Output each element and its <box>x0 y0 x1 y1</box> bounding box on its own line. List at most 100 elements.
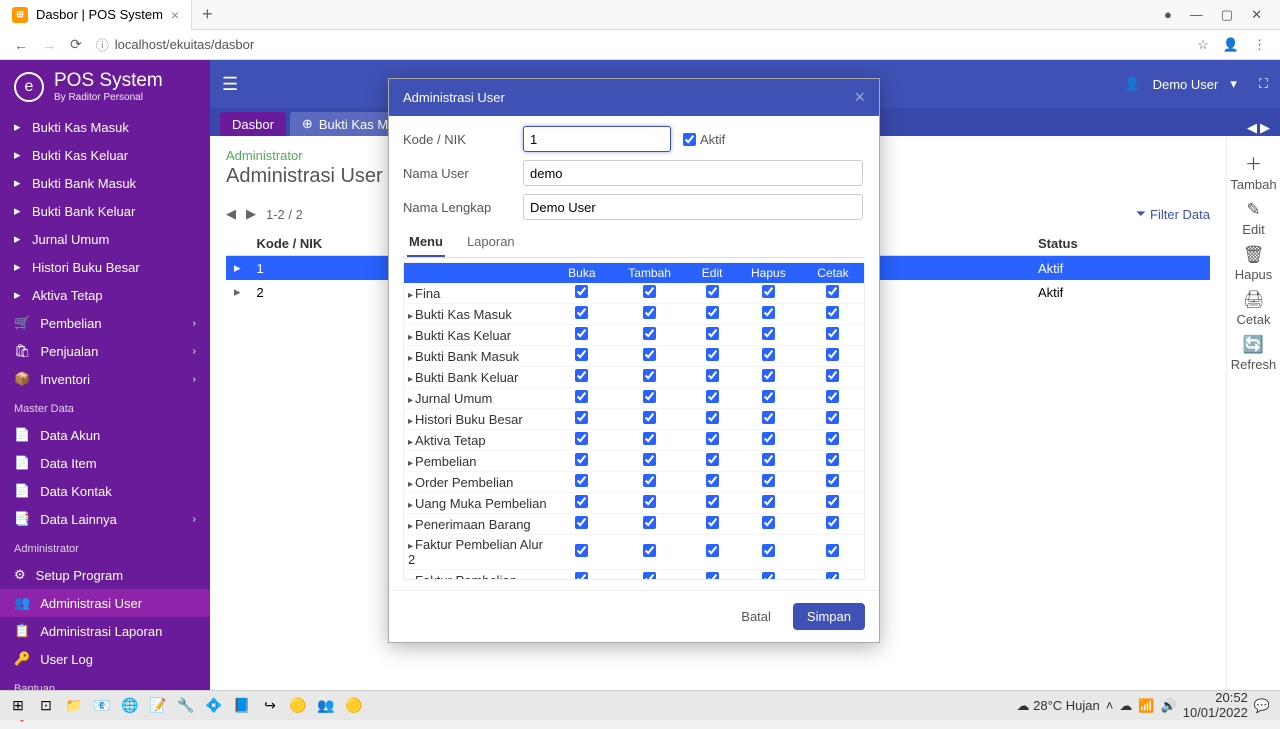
teams-icon[interactable]: 👥 <box>312 692 340 720</box>
sidebar-item[interactable]: 📑Data Lainnya› <box>0 505 210 533</box>
perm-checkbox[interactable] <box>575 474 588 487</box>
caret-icon[interactable]: ▸ <box>408 395 413 406</box>
sidebar-item[interactable]: ▸Bukti Bank Keluar <box>0 197 210 225</box>
perm-checkbox[interactable] <box>762 544 775 557</box>
perm-checkbox[interactable] <box>826 306 839 319</box>
sidebar-item[interactable]: 📄Data Akun <box>0 421 210 449</box>
perm-checkbox[interactable] <box>706 474 719 487</box>
vscode-icon[interactable]: 📘 <box>228 692 256 720</box>
filter-data-button[interactable]: ⏷ Filter Data <box>1136 206 1210 222</box>
perm-checkbox[interactable] <box>575 285 588 298</box>
account-icon[interactable]: ● <box>1164 7 1172 23</box>
caret-icon[interactable]: ▸ <box>408 500 413 511</box>
sidebar-item[interactable]: 🛍Penjualan› <box>0 337 210 365</box>
perm-checkbox[interactable] <box>575 432 588 445</box>
perm-checkbox[interactable] <box>643 516 656 529</box>
hamburger-icon[interactable]: ☰ <box>222 74 238 95</box>
caret-icon[interactable]: ▸ <box>408 521 413 532</box>
caret-icon[interactable]: ▸ <box>408 416 413 427</box>
aktif-checkbox[interactable]: Aktif <box>683 132 725 147</box>
perm-checkbox[interactable] <box>762 411 775 424</box>
caret-icon[interactable]: ▸ <box>408 311 413 322</box>
perm-checkbox[interactable] <box>643 453 656 466</box>
perm-checkbox[interactable] <box>575 453 588 466</box>
perm-checkbox[interactable] <box>643 432 656 445</box>
chevron-down-icon[interactable]: ▾ <box>1230 76 1237 92</box>
caret-icon[interactable]: ▸ <box>408 458 413 469</box>
explorer-icon[interactable]: 📁 <box>60 692 88 720</box>
perm-checkbox[interactable] <box>643 306 656 319</box>
sidebar-item[interactable]: ▸Bukti Kas Masuk <box>0 113 210 141</box>
perm-checkbox[interactable] <box>706 306 719 319</box>
perm-checkbox[interactable] <box>762 285 775 298</box>
wifi-icon[interactable]: 📶 <box>1138 698 1154 714</box>
clock[interactable]: 20:52 10/01/2022 <box>1183 691 1248 720</box>
sidebar-item[interactable]: ▸Bukti Kas Keluar <box>0 141 210 169</box>
outlook-icon[interactable]: 📧 <box>88 692 116 720</box>
perm-checkbox[interactable] <box>762 369 775 382</box>
perm-checkbox[interactable] <box>643 495 656 508</box>
minimize-icon[interactable]: — <box>1190 7 1203 23</box>
perm-checkbox[interactable] <box>706 348 719 361</box>
perm-checkbox[interactable] <box>643 390 656 403</box>
app-icon-1[interactable]: 📝 <box>144 692 172 720</box>
perm-checkbox[interactable] <box>826 516 839 529</box>
perm-checkbox[interactable] <box>575 495 588 508</box>
perm-checkbox[interactable] <box>826 544 839 557</box>
modal-tab-laporan[interactable]: Laporan <box>465 228 517 257</box>
notifications-icon[interactable]: 💬 <box>1254 698 1270 714</box>
app-icon-3[interactable]: 💠 <box>200 692 228 720</box>
perm-checkbox[interactable] <box>643 544 656 557</box>
col-status[interactable]: Status <box>1030 232 1210 256</box>
caret-icon[interactable]: ▸ <box>408 437 413 448</box>
perm-checkbox[interactable] <box>643 474 656 487</box>
perm-checkbox[interactable] <box>762 306 775 319</box>
perm-checkbox[interactable] <box>706 453 719 466</box>
onedrive-icon[interactable]: ☁ <box>1119 698 1132 714</box>
perm-checkbox[interactable] <box>575 390 588 403</box>
edit-button[interactable]: ✎Edit <box>1242 200 1264 237</box>
perm-checkbox[interactable] <box>643 285 656 298</box>
chrome-icon[interactable]: 🟡 <box>284 692 312 720</box>
bookmark-icon[interactable]: ☆ <box>1197 37 1209 53</box>
perm-checkbox[interactable] <box>762 572 775 580</box>
sidebar-item[interactable]: 📦Inventori› <box>0 365 210 393</box>
browser-tab[interactable]: ⊞ Dasbor | POS System × <box>0 0 192 30</box>
perm-checkbox[interactable] <box>762 348 775 361</box>
perm-checkbox[interactable] <box>643 572 656 580</box>
kode-input[interactable] <box>523 126 671 152</box>
perm-checkbox[interactable] <box>706 516 719 529</box>
perm-checkbox[interactable] <box>826 432 839 445</box>
sidebar-item[interactable]: ▸Bukti Bank Masuk <box>0 169 210 197</box>
sidebar-item[interactable]: 👥Administrasi User <box>0 589 210 617</box>
perm-checkbox[interactable] <box>762 453 775 466</box>
lengkap-input[interactable] <box>523 194 863 220</box>
perm-checkbox[interactable] <box>706 285 719 298</box>
start-icon[interactable]: ⊞ <box>4 692 32 720</box>
caret-icon[interactable]: ▸ <box>408 353 413 364</box>
nama-input[interactable] <box>523 160 863 186</box>
perm-checkbox[interactable] <box>762 495 775 508</box>
perm-checkbox[interactable] <box>575 572 588 580</box>
back-icon[interactable]: ← <box>14 37 28 53</box>
menu-icon[interactable]: ⋮ <box>1253 37 1266 53</box>
refresh-button[interactable]: 🔄Refresh <box>1231 335 1277 372</box>
user-name[interactable]: Demo User <box>1153 77 1219 92</box>
simpan-button[interactable]: Simpan <box>793 603 865 630</box>
tray-up-icon[interactable]: ˄ <box>1106 698 1114 713</box>
perm-checkbox[interactable] <box>643 348 656 361</box>
new-tab-button[interactable]: + <box>192 4 223 25</box>
hapus-button[interactable]: 🗑Hapus <box>1235 245 1273 282</box>
sidebar-item[interactable]: 📄Data Item <box>0 449 210 477</box>
caret-icon[interactable]: ▸ <box>408 577 413 581</box>
batal-button[interactable]: Batal <box>727 603 785 630</box>
caret-icon[interactable]: ▸ <box>408 290 413 301</box>
caret-icon[interactable]: ▸ <box>408 479 413 490</box>
profile-icon[interactable]: 👤 <box>1223 37 1239 53</box>
perm-checkbox[interactable] <box>826 390 839 403</box>
tab-prev-icon[interactable]: ◀ <box>1247 120 1257 135</box>
perm-checkbox[interactable] <box>643 411 656 424</box>
perm-checkbox[interactable] <box>575 306 588 319</box>
volume-icon[interactable]: 🔊 <box>1161 698 1177 714</box>
url-input[interactable]: ⓘ localhost/ekuitas/dasbor <box>96 35 1183 54</box>
